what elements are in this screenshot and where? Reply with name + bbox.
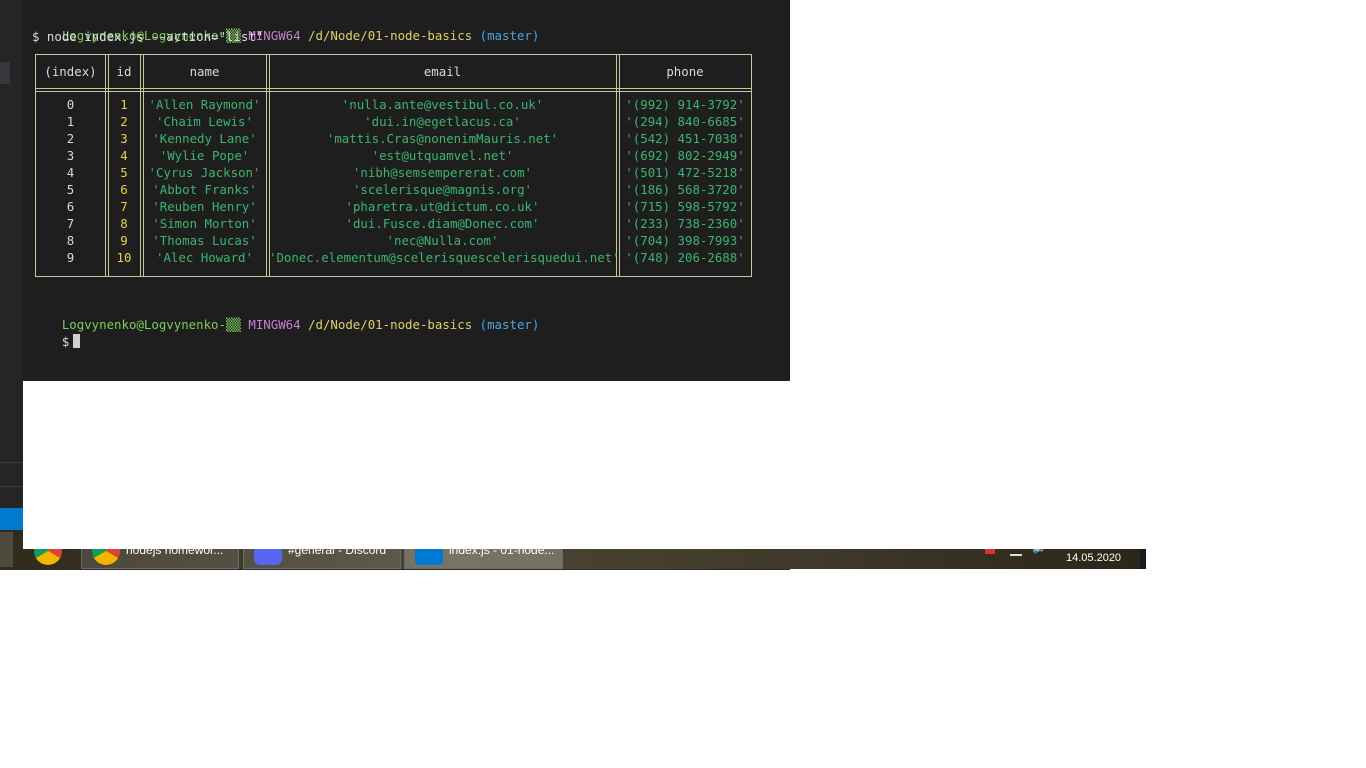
- console-table: (index) id name email phone 0 1 'Allen Ray…: [35, 54, 752, 277]
- divider: [0, 462, 23, 463]
- header-index: (index): [44, 64, 97, 79]
- cell-email: 'nec@Nulla.com': [386, 233, 499, 248]
- cell-phone: '(992) 914-3792': [625, 97, 745, 112]
- prompt-user: Logvynenko@Logvynenko-: [61, 317, 226, 332]
- header-phone: phone: [666, 64, 704, 79]
- cell-email: 'nibh@semsempererat.com': [352, 165, 533, 180]
- cell-name: 'Reuben Henry': [152, 199, 257, 214]
- cell-id: 1: [120, 97, 128, 112]
- cell-id: 7: [120, 199, 128, 214]
- header-divider: [36, 88, 751, 89]
- terminal-panel[interactable]: Logvynenko@Logvynenko-▒▒ MINGW64 /d/Node…: [23, 0, 790, 381]
- cell-name: 'Abbot Franks': [152, 182, 257, 197]
- header-name: name: [189, 64, 220, 79]
- input-prompt-symbol: $: [61, 334, 70, 349]
- header-email: email: [423, 64, 462, 79]
- cell-index: 9: [66, 250, 75, 265]
- cell-name: 'Allen Raymond': [148, 97, 261, 112]
- prompt-branch: (master): [479, 317, 540, 332]
- cell-index: 7: [66, 216, 75, 231]
- prompt-path: /d/Node/01-node-basics: [308, 317, 473, 332]
- cell-phone: '(186) 568-3720': [625, 182, 745, 197]
- overlay-blank-area: [23, 381, 1147, 549]
- cell-name: 'Kennedy Lane': [152, 131, 257, 146]
- sidebar-selected-item[interactable]: [0, 62, 10, 84]
- status-bar-segment[interactable]: [0, 508, 23, 530]
- cell-email: 'nulla.ante@vestibul.co.uk': [341, 97, 544, 112]
- cell-name: 'Simon Morton': [152, 216, 257, 231]
- cell-id: 6: [120, 182, 128, 197]
- cell-email: 'pharetra.ut@dictum.co.uk': [345, 199, 540, 214]
- cell-email: 'scelerisque@magnis.org': [352, 182, 533, 197]
- cell-index: 6: [66, 199, 75, 214]
- cell-index: 3: [66, 148, 75, 163]
- cell-email: 'dui.in@egetlacus.ca': [364, 114, 521, 129]
- cell-phone: '(542) 451-7038': [625, 131, 745, 146]
- header-divider: [36, 91, 751, 92]
- cell-name: 'Wylie Pope': [159, 148, 250, 163]
- input-line[interactable]: $: [32, 318, 81, 366]
- cell-phone: '(501) 472-5218': [625, 165, 745, 180]
- cell-phone: '(704) 398-7993': [625, 233, 745, 248]
- cell-phone: '(692) 802-2949': [625, 148, 745, 163]
- cell-index: 1: [66, 114, 75, 129]
- cell-email: 'est@utquamvel.net': [371, 148, 514, 163]
- prompt-env: MINGW64: [248, 317, 301, 332]
- prompt-line: Logvynenko@Logvynenko-▒▒ MINGW64 /d/Node…: [32, 301, 539, 349]
- header-id: id: [116, 64, 132, 79]
- prompt-branch: (master): [479, 28, 540, 43]
- cell-phone: '(233) 738-2360': [625, 216, 745, 231]
- cell-name: 'Cyrus Jackson': [148, 165, 261, 180]
- text-cursor: [73, 334, 81, 348]
- prompt-host-glyph: ▒▒: [225, 317, 241, 332]
- cell-id: 9: [120, 233, 128, 248]
- cell-index: 5: [66, 182, 75, 197]
- editor-sidebar-strip: [0, 0, 23, 530]
- cell-name: 'Chaim Lewis': [156, 114, 253, 129]
- cell-email: 'dui.Fusce.diam@Donec.com': [345, 216, 540, 231]
- cell-id: 3: [120, 131, 128, 146]
- command-line: $ node index.js --action="list": [32, 29, 264, 44]
- cell-phone: '(294) 840-6685': [625, 114, 745, 129]
- start-button[interactable]: [0, 532, 13, 567]
- cell-phone: '(748) 206-2688': [625, 250, 745, 265]
- cell-email: 'mattis.Cras@nonenimMauris.net': [326, 131, 559, 146]
- cell-index: 4: [66, 165, 75, 180]
- cell-id: 8: [120, 216, 128, 231]
- cell-index: 0: [66, 97, 75, 112]
- cell-id: 10: [116, 250, 132, 265]
- cell-id: 4: [120, 148, 128, 163]
- cell-index: 2: [66, 131, 75, 146]
- cell-name: 'Alec Howard': [156, 250, 253, 265]
- cell-phone: '(715) 598-5792': [625, 199, 745, 214]
- prompt-path: /d/Node/01-node-basics: [308, 28, 473, 43]
- cell-index: 8: [66, 233, 75, 248]
- divider: [0, 486, 23, 487]
- cell-name: 'Thomas Lucas': [152, 233, 257, 248]
- cell-email: 'Donec.elementum@scelerisquescelerisqued…: [269, 250, 620, 265]
- taskbar-clock-date[interactable]: 14.05.2020: [1066, 552, 1121, 564]
- cell-id: 2: [120, 114, 128, 129]
- cell-id: 5: [120, 165, 128, 180]
